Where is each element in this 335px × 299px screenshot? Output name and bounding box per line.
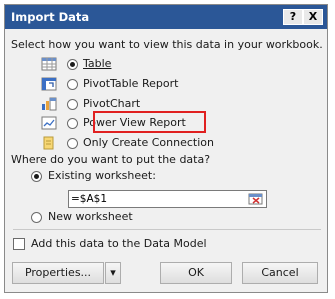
collapse-dialog-icon[interactable] — [248, 192, 263, 206]
new-worksheet-radio[interactable] — [31, 212, 42, 223]
option-pivotchart-radio[interactable] — [67, 99, 78, 110]
connection-icon — [43, 136, 54, 150]
option-pivottable-radio[interactable] — [67, 79, 78, 90]
option-power-view-radio[interactable] — [67, 118, 78, 129]
existing-worksheet-radio[interactable] — [31, 171, 42, 182]
location-prompt: Where do you want to put the data? — [11, 153, 211, 166]
view-prompt: Select how you want to view this data in… — [11, 38, 323, 51]
cancel-button[interactable]: Cancel — [242, 262, 318, 284]
option-pivotchart-label[interactable]: PivotChart — [83, 97, 140, 110]
option-table-radio[interactable] — [67, 59, 78, 70]
import-data-dialog: Import Data ? X Select how you want to v… — [4, 4, 328, 293]
cell-reference-input[interactable] — [71, 191, 241, 207]
data-model-checkbox[interactable] — [13, 238, 25, 250]
existing-worksheet-label[interactable]: Existing worksheet: — [48, 169, 156, 182]
new-worksheet-label[interactable]: New worksheet — [48, 210, 133, 223]
ok-button[interactable]: OK — [160, 262, 232, 284]
option-connection-label[interactable]: Only Create Connection — [83, 136, 214, 149]
properties-dropdown-button[interactable]: ▾ — [105, 262, 121, 284]
dialog-title: Import Data — [11, 10, 90, 24]
pivottable-icon — [41, 77, 57, 91]
option-power-view-label[interactable]: Power View Report — [83, 116, 186, 129]
close-button[interactable]: X — [303, 9, 323, 25]
option-pivottable-label[interactable]: PivotTable Report — [83, 77, 178, 90]
help-button[interactable]: ? — [283, 9, 303, 25]
table-icon — [41, 57, 57, 71]
power-view-icon — [41, 116, 57, 130]
option-connection-radio[interactable] — [67, 138, 78, 149]
pivotchart-icon — [42, 97, 57, 111]
cell-reference-field[interactable] — [68, 190, 267, 208]
properties-button[interactable]: Properties... — [12, 262, 104, 284]
option-table-label[interactable]: Table — [83, 57, 111, 70]
title-bar: Import Data ? X — [5, 5, 327, 29]
divider — [13, 229, 321, 230]
data-model-label[interactable]: Add this data to the Data Model — [31, 237, 207, 250]
